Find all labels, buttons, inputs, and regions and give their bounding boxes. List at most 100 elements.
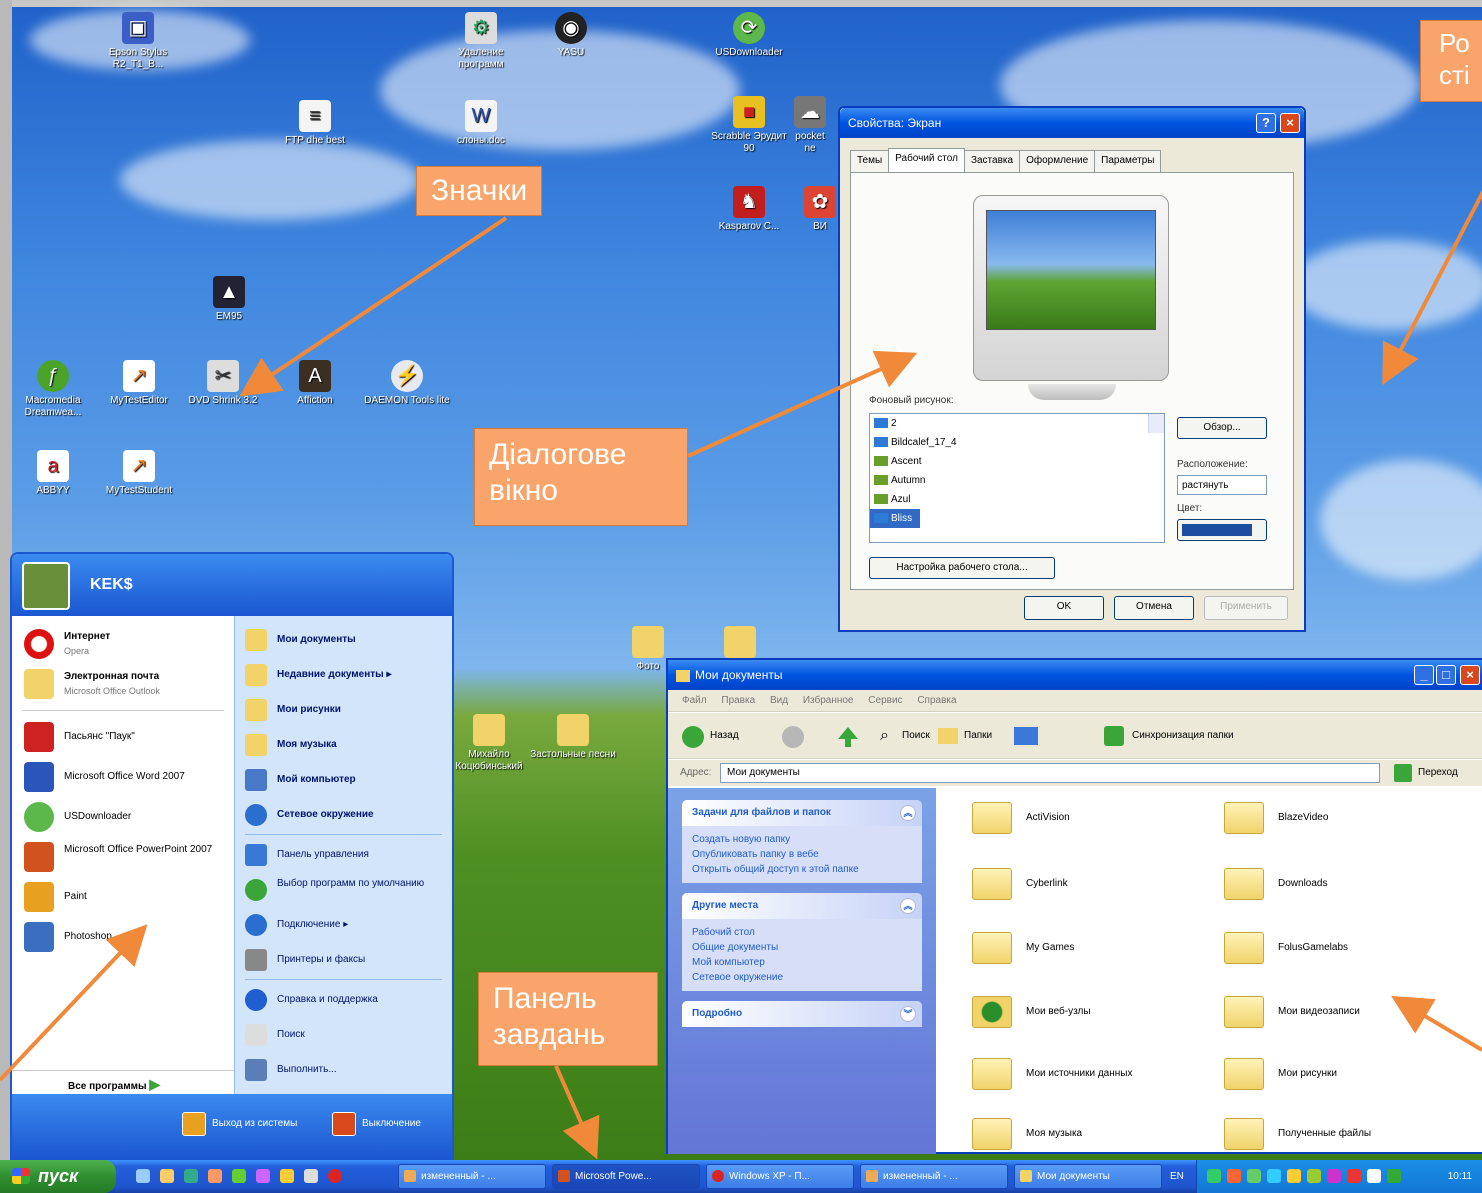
dialog-titlebar[interactable]: Свойства: Экран ? ×	[840, 108, 1304, 138]
recent-documents-item[interactable]: Недавние документы ▸	[235, 657, 452, 692]
pocket-icon[interactable]: ☁ pocket ne	[790, 96, 830, 155]
background-list[interactable]: 2 Bildcalef_17_4 Ascent Autumn Azul Blis…	[869, 413, 1165, 543]
chevron-up-icon[interactable]: ︽	[900, 898, 916, 914]
network-item[interactable]: Сетевое окружение	[235, 797, 452, 832]
taskbar-task[interactable]: Мои документы	[1014, 1164, 1162, 1189]
word-doc-icon[interactable]: Wслоны.doc	[438, 100, 524, 147]
ok-button[interactable]: OK	[1024, 596, 1104, 620]
folder-item[interactable]: FolusGamelabs	[1216, 928, 1466, 968]
all-programs-button[interactable]: Все программы ▶	[12, 1070, 234, 1096]
browse-button[interactable]: Обзор...	[1177, 417, 1267, 439]
folder-songs-icon[interactable]: Застольные песни	[530, 714, 616, 761]
pinned-internet[interactable]: Интернет Opera	[12, 624, 234, 664]
apply-button[interactable]: Применить	[1204, 596, 1288, 620]
ftp-icon[interactable]: ≡ FTP dhe best	[272, 100, 358, 147]
place-network[interactable]: Сетевое окружение	[692, 970, 912, 985]
list-item[interactable]: Azul	[870, 490, 1164, 509]
default-programs-item[interactable]: Выбор программ по умолчанию	[235, 872, 452, 907]
help-button[interactable]: ?	[1256, 113, 1276, 133]
uninstall-icon[interactable]: ⚙ Удаление программ	[438, 12, 524, 71]
list-item[interactable]: 2	[870, 414, 1164, 433]
tray-icon[interactable]	[1287, 1169, 1301, 1183]
my-computer-item[interactable]: Мой компьютер	[235, 762, 452, 797]
folder-item[interactable]: Полученные файлы	[1216, 1114, 1466, 1154]
list-item-selected[interactable]: Bliss	[870, 509, 920, 528]
search-button[interactable]: Поиск	[902, 713, 930, 759]
menu-edit[interactable]: Правка	[721, 695, 755, 706]
chevron-down-icon[interactable]: ︾	[900, 1006, 916, 1022]
recent-program[interactable]: USDownloader	[12, 797, 234, 837]
tab-appearance[interactable]: Оформление	[1019, 150, 1096, 172]
folder-item[interactable]: Downloads	[1216, 864, 1466, 904]
pinned-email[interactable]: Электронная почта Microsoft Office Outloo…	[12, 664, 234, 704]
tray-icon[interactable]	[1387, 1169, 1401, 1183]
tab-themes[interactable]: Темы	[850, 150, 890, 172]
menu-favorites[interactable]: Избранное	[803, 695, 854, 706]
control-panel-item[interactable]: Панель управления	[235, 837, 452, 872]
quicklaunch-app-icon[interactable]	[232, 1169, 246, 1183]
run-item[interactable]: Выполнить...	[235, 1052, 452, 1087]
myteststudent-icon[interactable]: ↗ MyTestStudent	[96, 450, 182, 497]
taskbar-task[interactable]: Windows XP - П...	[706, 1164, 854, 1189]
other-places-header[interactable]: Другие места ︽	[682, 893, 922, 919]
customize-desktop-button[interactable]: Настройка рабочего стола...	[869, 557, 1055, 579]
list-item[interactable]: Autumn	[870, 471, 1164, 490]
address-input[interactable]: Мои документы	[720, 763, 1380, 783]
recent-program[interactable]: Microsoft Office Word 2007	[12, 757, 234, 797]
folder-mykhailo-icon[interactable]: Михайло Коцюбинський	[446, 714, 532, 773]
minimize-button[interactable]: _	[1414, 665, 1434, 685]
taskbar-task[interactable]: измененный - ...	[398, 1164, 546, 1189]
color-picker[interactable]	[1177, 519, 1267, 541]
connect-item[interactable]: Подключение ▸	[235, 907, 452, 942]
folder-item[interactable]: BlazeVideo	[1216, 798, 1466, 838]
task-share[interactable]: Открыть общий доступ к этой папке	[692, 862, 912, 877]
back-button[interactable]: Назад	[710, 713, 739, 759]
quicklaunch-app-icon[interactable]	[208, 1169, 222, 1183]
help-item[interactable]: Справка и поддержка	[235, 982, 452, 1017]
search-item[interactable]: Поиск	[235, 1017, 452, 1052]
details-header[interactable]: Подробно ︾	[682, 1001, 922, 1027]
sync-button[interactable]: Синхронизация папки	[1132, 713, 1234, 759]
folder-item[interactable]: Мои видеозаписи	[1216, 992, 1466, 1032]
tab-settings[interactable]: Параметры	[1094, 150, 1162, 172]
recent-program[interactable]: Photoshop	[12, 917, 234, 957]
shutdown-button[interactable]: Выключение	[332, 1112, 421, 1136]
folder-item[interactable]: Мои рисунки	[1216, 1054, 1466, 1094]
position-select[interactable]: растянуть	[1177, 475, 1267, 495]
task-publish[interactable]: Опубликовать папку в вебе	[692, 847, 912, 862]
views-icon[interactable]	[1014, 727, 1038, 745]
folder-item[interactable]: Мои источники данных	[964, 1054, 1214, 1094]
tab-desktop[interactable]: Рабочий стол	[888, 148, 965, 172]
start-button[interactable]: пуск	[0, 1160, 116, 1193]
dvdshrink-icon[interactable]: ✂ DVD Shrink 3.2	[180, 360, 266, 407]
place-shared-docs[interactable]: Общие документы	[692, 940, 912, 955]
my-documents-item[interactable]: Мои документы	[235, 622, 452, 657]
recent-program[interactable]: Paint	[12, 877, 234, 917]
recent-program[interactable]: Microsoft Office PowerPoint 2007	[12, 837, 234, 877]
place-desktop[interactable]: Рабочий стол	[692, 925, 912, 940]
my-pictures-item[interactable]: Мои рисунки	[235, 692, 452, 727]
folder-item[interactable]: My Games	[964, 928, 1214, 968]
menu-help[interactable]: Справка	[917, 695, 956, 706]
quicklaunch-desktop-icon[interactable]	[136, 1169, 150, 1183]
folder-item[interactable]: ActiVision	[964, 798, 1214, 838]
quicklaunch-ie-icon[interactable]	[184, 1169, 198, 1183]
logoff-button[interactable]: Выход из системы	[182, 1112, 297, 1136]
menu-tools[interactable]: Сервис	[868, 695, 902, 706]
scrabble-icon[interactable]: ■ Scrabble Эрудит 90	[706, 96, 792, 155]
menu-view[interactable]: Вид	[770, 695, 788, 706]
folders-button[interactable]: Папки	[964, 713, 992, 759]
tray-icon[interactable]	[1307, 1169, 1321, 1183]
list-item[interactable]: Bildcalef_17_4	[870, 433, 1164, 452]
place-my-computer[interactable]: Мой компьютер	[692, 955, 912, 970]
maximize-button[interactable]: □	[1436, 665, 1456, 685]
up-folder-icon[interactable]	[838, 727, 858, 747]
quicklaunch-app-icon[interactable]	[304, 1169, 318, 1183]
tray-icon[interactable]	[1227, 1169, 1241, 1183]
taskbar-task-active[interactable]: Microsoft Powe...	[552, 1164, 700, 1189]
file-tasks-header[interactable]: Задачи для файлов и папок ︽	[682, 800, 922, 826]
explorer-titlebar[interactable]: Мои документы _ □ ×	[668, 660, 1482, 690]
daemon-icon[interactable]: ⚡ DAEMON Tools lite	[364, 360, 450, 407]
vi-icon[interactable]: ✿ ВИ	[800, 186, 840, 233]
close-button[interactable]: ×	[1280, 113, 1300, 133]
